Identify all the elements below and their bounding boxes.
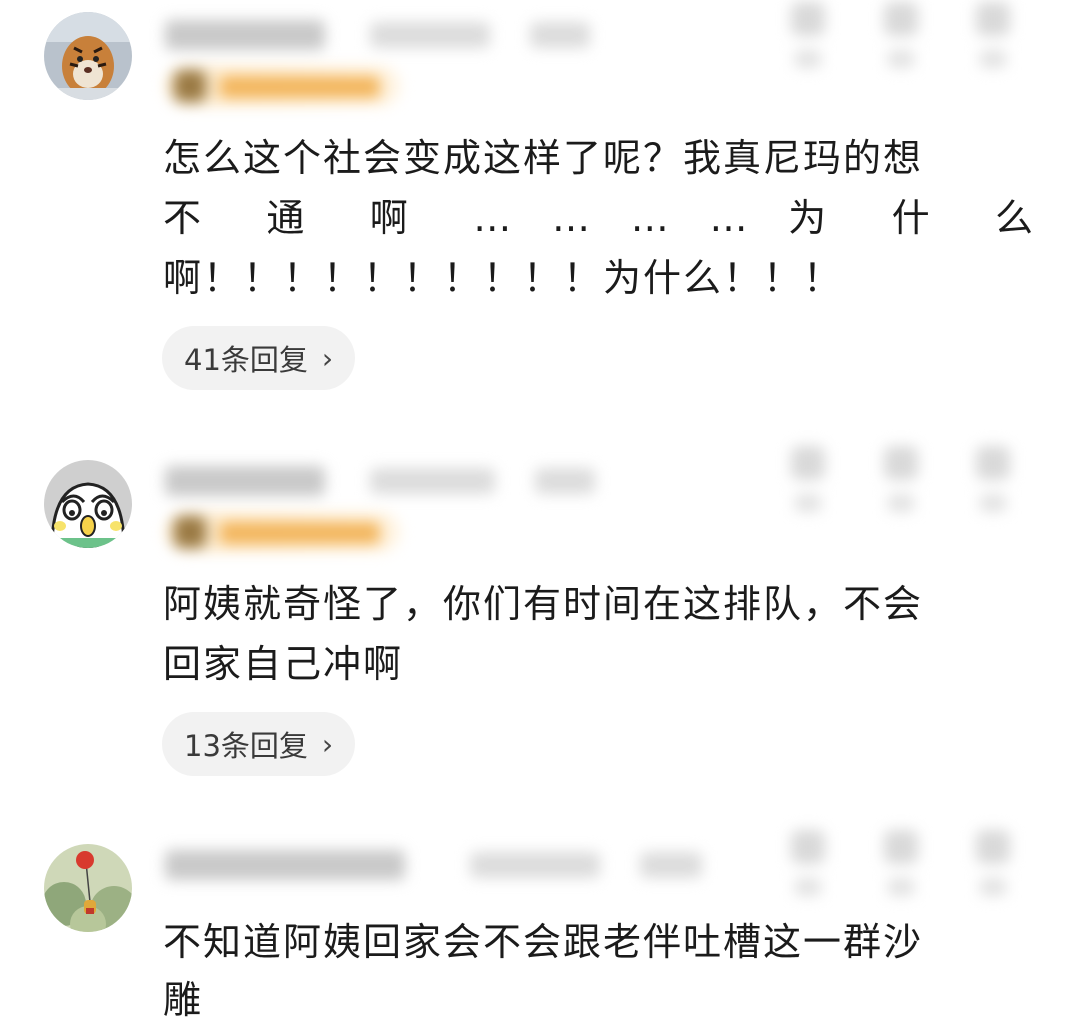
dislike-action-icon[interactable] [970, 446, 1016, 516]
view-replies-button[interactable]: 13条回复 › [162, 712, 356, 776]
like-action-icon[interactable] [878, 2, 924, 72]
replies-count-label: 13条回复 [184, 729, 308, 763]
dislike-action-icon[interactable] [970, 2, 1016, 72]
balloon-illustration-avatar-icon [44, 844, 132, 932]
reply-action-icon[interactable] [785, 830, 831, 900]
chevron-right-icon: › [321, 341, 334, 375]
user-avatar[interactable] [44, 844, 132, 932]
reply-action-icon[interactable] [785, 446, 831, 516]
comment-line: 雕 [163, 978, 204, 1022]
tiger-avatar-icon [44, 12, 132, 100]
comment-line: 阿姨就奇怪了，你们有时间在这排队，不会 [163, 582, 924, 626]
chevron-right-icon: › [321, 727, 334, 761]
comment-line: 不 通 啊 … … … … 为 什 么 [163, 196, 1035, 240]
cartoon-face-avatar-icon [44, 460, 132, 548]
reply-action-icon[interactable] [785, 2, 831, 72]
comment-line: 怎么这个社会变成这样了呢？我真尼玛的想 [163, 136, 924, 180]
like-action-icon[interactable] [878, 446, 924, 516]
view-replies-button[interactable]: 41条回复 › [162, 326, 356, 390]
comment-line: 不知道阿姨回家会不会跟老伴吐槽这一群沙 [163, 920, 924, 964]
user-avatar[interactable] [44, 12, 132, 100]
like-action-icon[interactable] [878, 830, 924, 900]
replies-count-label: 41条回复 [184, 343, 308, 377]
comment-line: 回家自己冲啊 [163, 642, 404, 686]
dislike-action-icon[interactable] [970, 830, 1016, 900]
user-avatar[interactable] [44, 460, 132, 548]
comment-line: 啊！！！！！！！！！！为什么！！！ [163, 256, 844, 300]
